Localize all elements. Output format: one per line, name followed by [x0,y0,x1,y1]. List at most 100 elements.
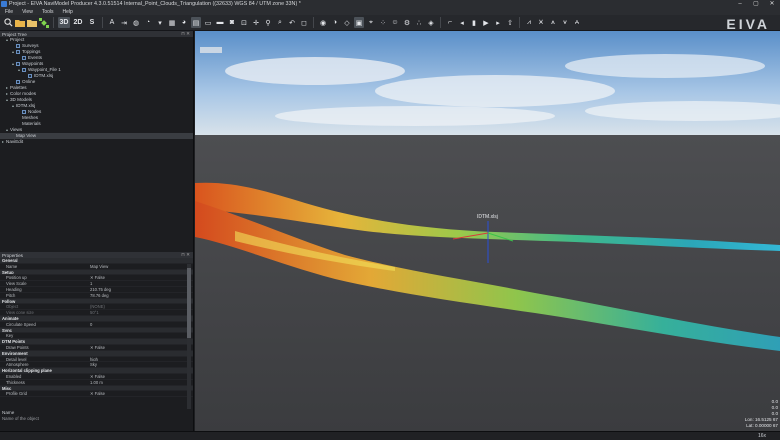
property-key: Sync [2,327,13,333]
property-value[interactable] [88,339,193,344]
vessel-settings-icon[interactable]: ⩛ [560,17,570,28]
app-icon [1,1,7,7]
property-value[interactable] [88,368,193,373]
property-value[interactable] [88,270,193,275]
property-key: Setup [2,269,14,275]
vessel-add-icon[interactable]: ⩙ [536,17,546,28]
play-icon[interactable]: ▶ [481,17,491,28]
map-view-3d[interactable]: IDTM.xlsj 0.0 0.0 0.0 Lon: 16.5125 67 La… [195,31,780,431]
layers-icon[interactable]: ▤ [191,17,201,28]
visibility-checkbox[interactable] [16,80,20,84]
pin-icon[interactable]: ⚲ [263,17,273,28]
property-value[interactable]: 0 [88,322,193,327]
property-value[interactable]: 1.00 m [88,380,193,385]
property-value[interactable]: ✕ False [88,345,193,350]
property-value[interactable] [88,258,193,263]
property-key: General [2,258,18,263]
search-icon[interactable] [3,17,13,28]
menu-file[interactable]: File [5,9,13,15]
import-icon[interactable]: ⇥ [119,17,129,28]
step-back-icon[interactable]: ◂ [457,17,467,28]
image-icon[interactable]: ▭ [203,17,213,28]
select-icon[interactable]: ◻ [299,17,309,28]
zoom-icon[interactable]: ⌕ [275,17,285,28]
paint-icon[interactable]: ◔ [143,17,153,28]
property-value[interactable]: high [88,357,193,362]
property-key: Follow [2,298,16,304]
face-icon[interactable]: ☺ [390,17,400,28]
properties-scrollbar[interactable] [187,264,191,409]
dots-icon[interactable]: ∴ [414,17,424,28]
panel-buttons[interactable]: ⊓ ✕ [181,252,190,258]
dtm-label: IDTM.xlsj [477,214,498,220]
property-key: Enabled [6,373,22,379]
view-2d-button[interactable]: 2D [72,17,84,28]
measure-icon[interactable]: ⊡ [239,17,249,28]
visibility-checkbox[interactable] [22,68,26,72]
property-value[interactable]: ✕ False [88,391,193,396]
chart-icon[interactable]: ⌐ [445,17,455,28]
ruler-icon[interactable]: ▬ [215,17,225,28]
menu-tools[interactable]: Tools [42,9,54,15]
property-value[interactable]: 50°1 [88,310,193,315]
crosshair-icon[interactable]: ✛ [251,17,261,28]
menu-help[interactable]: Help [63,9,73,15]
visibility-checkbox[interactable] [22,110,26,114]
satellite-icon[interactable] [39,17,49,28]
bar-icon[interactable]: ▮ [469,17,479,28]
property-row[interactable]: Profile Grid ✕ False [0,391,193,398]
vessel-list-icon[interactable]: ⩜ [572,17,582,28]
folder-open-icon[interactable] [15,17,25,28]
view-s-button[interactable]: S [86,17,98,28]
minimize-button[interactable]: – [732,0,748,8]
property-value[interactable] [88,333,193,338]
dropdown-icon[interactable]: ▾ [155,17,165,28]
property-value[interactable] [88,351,193,356]
settings-icon[interactable]: ⚙ [402,17,412,28]
camera-icon[interactable]: ◙ [227,17,237,28]
property-value[interactable]: ✕ False [88,275,193,280]
property-value[interactable]: Map View [88,264,193,269]
wireframe-icon[interactable]: ◇ [342,17,352,28]
lighting-icon[interactable]: ◑ [330,17,340,28]
step-forward-icon[interactable]: ▸ [493,17,503,28]
maximize-button[interactable]: ▢ [748,0,764,8]
property-value[interactable]: 210.75 deg [88,287,193,292]
undo-icon[interactable]: ↶ [287,17,297,28]
property-value[interactable]: ✕ False [88,374,193,379]
property-value[interactable] [88,316,193,321]
vessel-edit-icon[interactable]: ⩚ [548,17,558,28]
property-value[interactable]: Sky [88,362,193,367]
points-icon[interactable]: ⁘ [378,17,388,28]
visibility-checkbox[interactable] [22,56,26,60]
property-value[interactable]: 78.76 deg [88,293,193,298]
tag-icon[interactable]: ⌖ [366,17,376,28]
property-value[interactable]: 1 [88,281,193,286]
property-value[interactable] [88,328,193,333]
vessel-icon[interactable]: ⩘ [524,17,534,28]
close-button[interactable]: ✕ [764,0,780,8]
properties-title: Properties [2,252,23,258]
shading-icon[interactable]: ▣ [354,17,364,28]
visibility-checkbox[interactable] [16,50,20,54]
globe-icon[interactable]: ◍ [131,17,141,28]
property-value[interactable] [88,386,193,391]
grid-icon[interactable]: ▦ [167,17,177,28]
upload-icon[interactable]: ⇧ [505,17,515,28]
folder-icon[interactable] [27,17,37,28]
filter-icon[interactable]: ◈ [426,17,436,28]
text-icon[interactable]: A [107,17,117,28]
visibility-checkbox[interactable] [28,74,32,78]
visibility-checkbox[interactable] [16,62,20,66]
property-value[interactable] [88,299,193,304]
visibility-checkbox[interactable] [16,44,20,48]
property-value[interactable]: (NONE) [88,304,193,309]
menu-view[interactable]: View [22,9,33,15]
map-icon[interactable]: ◕ [179,17,189,28]
tree-item[interactable]: ▸ NaviEdit [0,139,193,145]
property-key: Detail level [6,356,27,362]
render-icon[interactable]: ◉ [318,17,328,28]
menu-bar: File View Tools Help [0,8,780,15]
zoom-level: 16x [757,433,766,439]
view-3d-button[interactable]: 3D [58,17,70,28]
